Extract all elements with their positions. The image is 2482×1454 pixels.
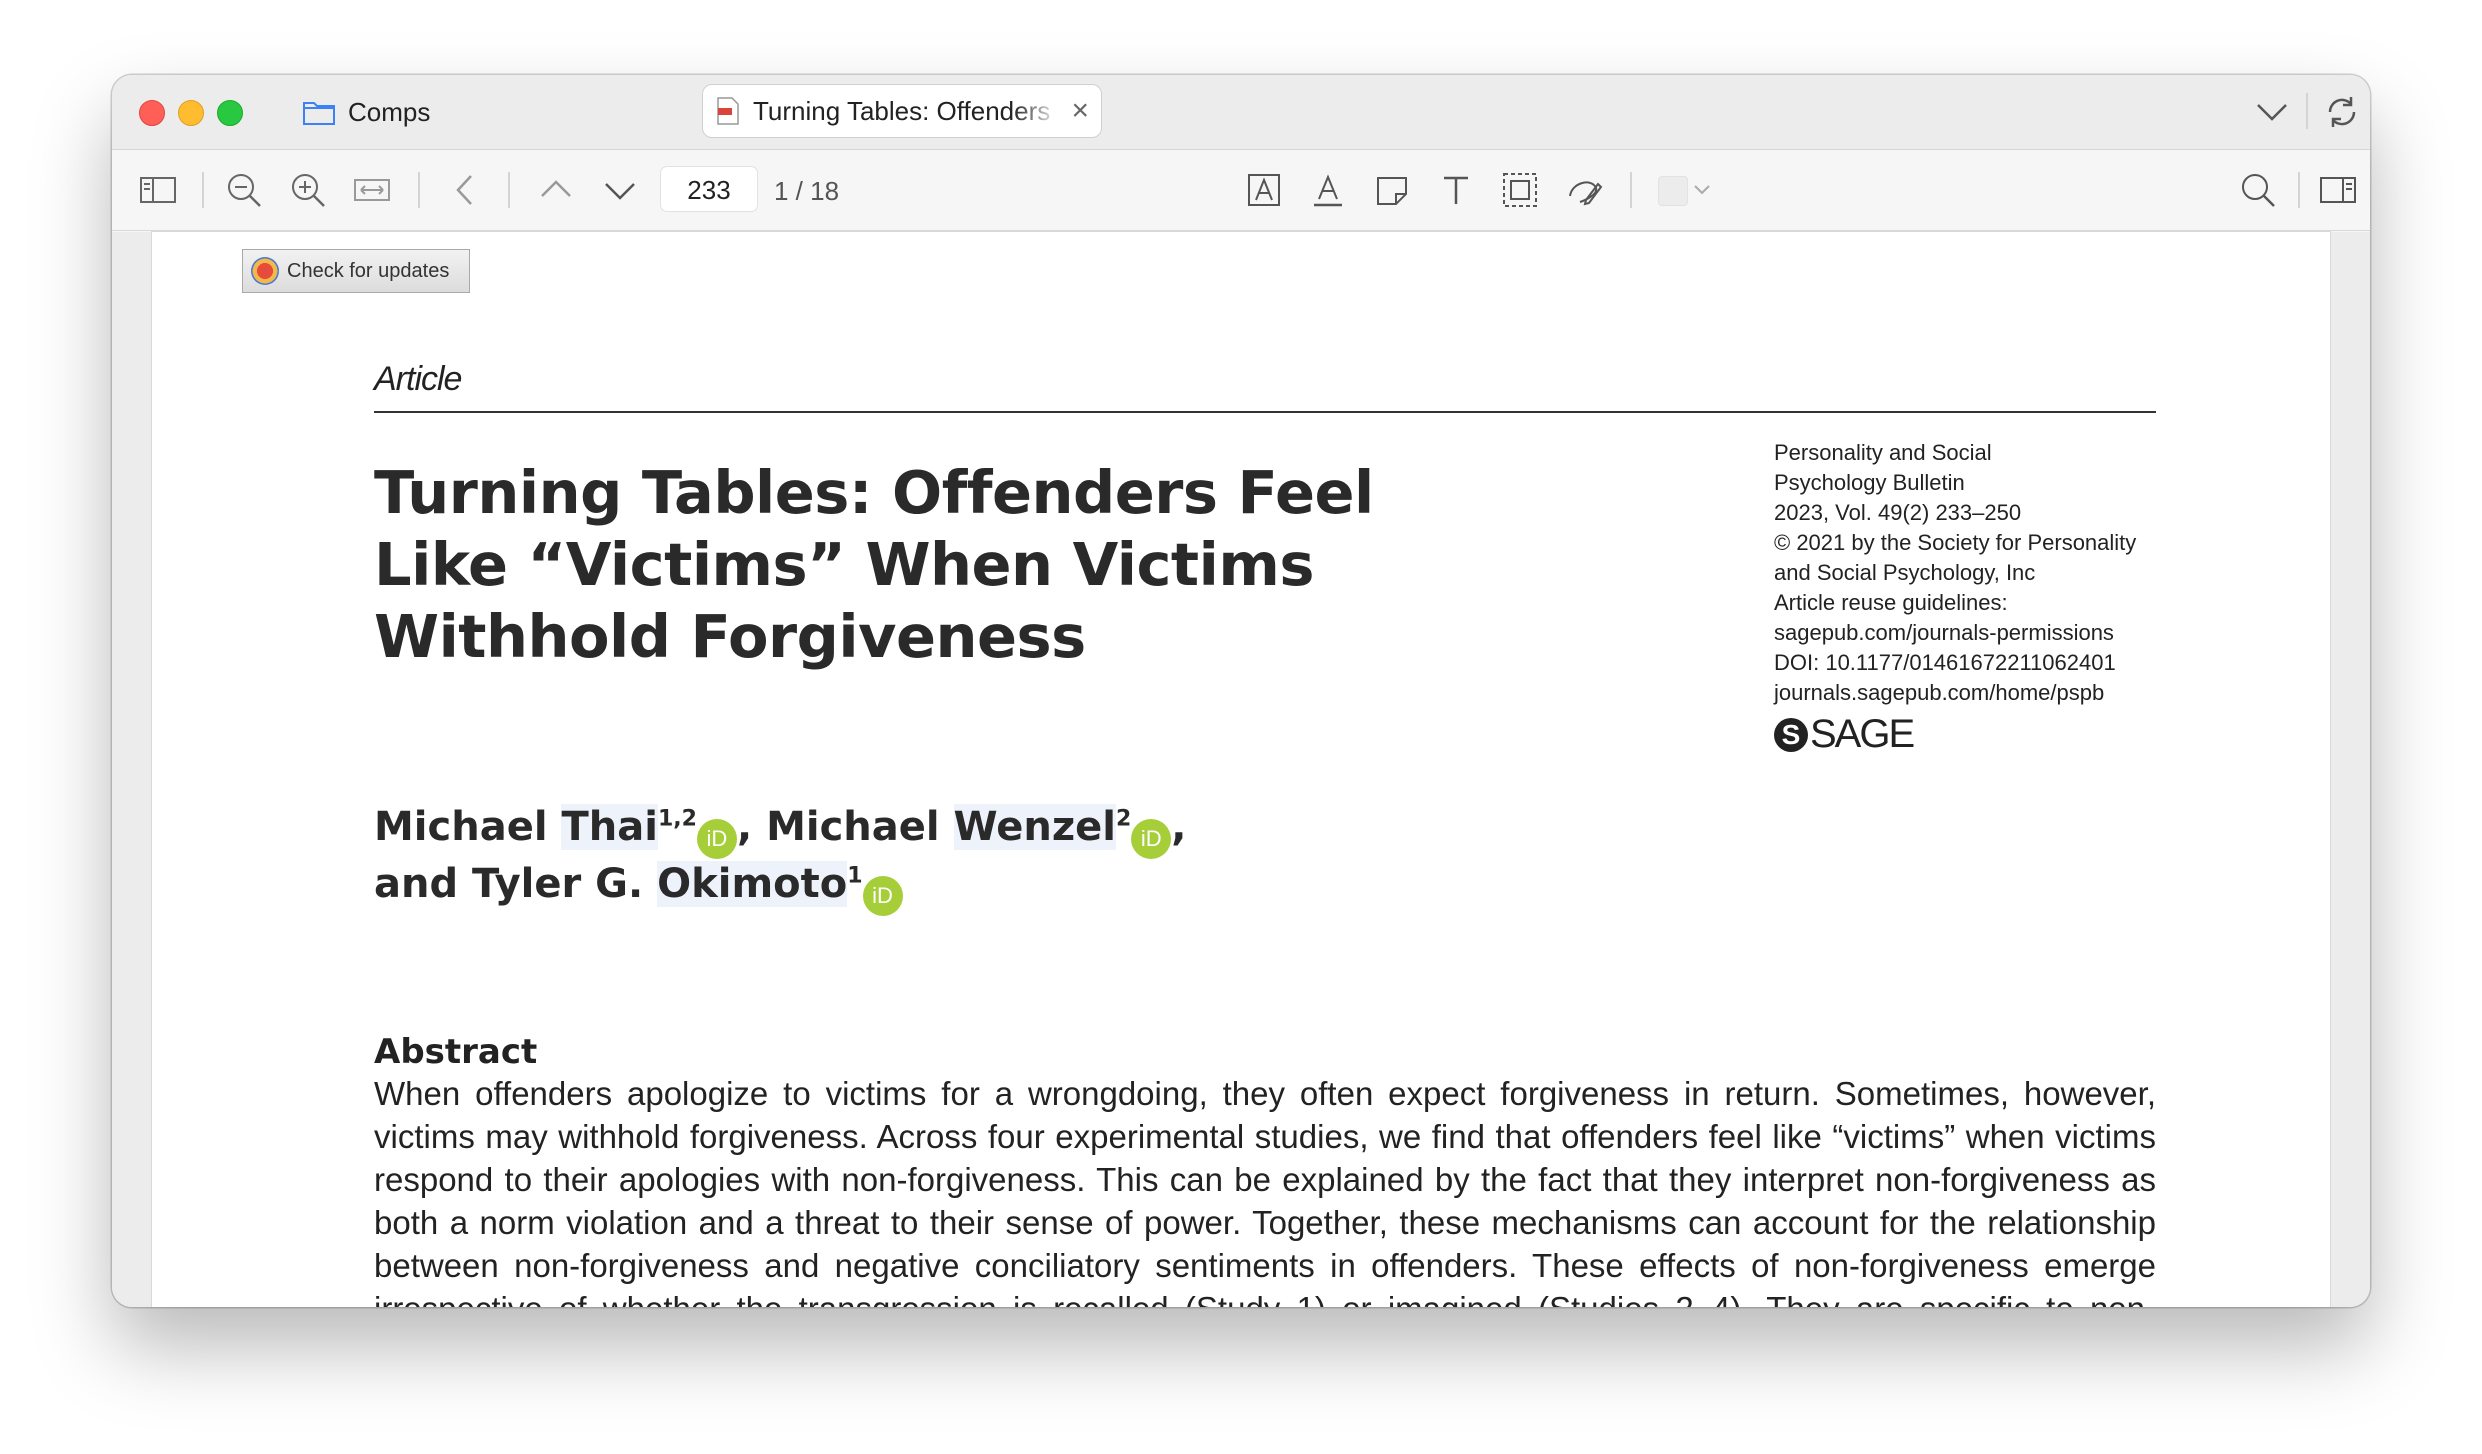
author-first-name: Tyler G. xyxy=(472,861,644,907)
affiliation-sup: 1,2 xyxy=(657,806,697,832)
orcid-icon[interactable]: iD xyxy=(1131,819,1172,859)
sidebar-toggle-icon[interactable] xyxy=(138,170,178,210)
pdf-page: Check for updates Article Turning Tables… xyxy=(152,232,2330,1307)
pdf-icon xyxy=(717,97,739,125)
area-select-icon[interactable] xyxy=(1500,170,1540,210)
meta-line: DOI: 10.1177/01461672211062401 xyxy=(1774,650,2116,675)
button-label: Check for updates xyxy=(287,259,450,282)
tab-label: Turning Tables: Offenders Feel Like xyxy=(753,95,1059,126)
tab-comps[interactable]: Comps xyxy=(302,93,430,131)
ink-draw-icon[interactable] xyxy=(1564,170,1604,210)
author-last-name: Wenzel xyxy=(953,804,1116,850)
page-count: 1 / 18 xyxy=(774,176,840,206)
author-conjunction: and xyxy=(374,861,459,907)
sync-icon[interactable] xyxy=(2322,92,2362,132)
meta-line: Psychology Bulletin xyxy=(1774,470,1965,495)
divider xyxy=(2298,172,2300,208)
next-page-icon[interactable] xyxy=(600,170,640,210)
meta-line: Personality and Social xyxy=(1774,440,1992,465)
meta-line: sagepub.com/journals-permissions xyxy=(1774,620,2114,645)
author-first-name: Michael xyxy=(374,804,548,850)
tab-label: Comps xyxy=(348,96,431,127)
document-area[interactable]: Check for updates Article Turning Tables… xyxy=(112,232,2370,1307)
divider xyxy=(1630,172,1632,208)
minimize-window-button[interactable] xyxy=(178,100,204,126)
close-tab-icon[interactable]: × xyxy=(1071,96,1089,126)
meta-line: journals.sagepub.com/home/pspb xyxy=(1774,680,2105,705)
orcid-icon[interactable]: iD xyxy=(862,876,903,916)
article-title: Turning Tables: Offenders Feel Like “Vic… xyxy=(374,458,1374,671)
sage-logo-text: SAGE xyxy=(1810,712,1915,756)
close-window-button[interactable] xyxy=(139,100,165,126)
folder-icon xyxy=(303,102,335,125)
abstract-text: When offenders apologize to victims for … xyxy=(374,1075,2156,1307)
sage-logo: S SAGE xyxy=(1774,712,1915,757)
search-icon[interactable] xyxy=(2238,170,2278,210)
divider xyxy=(418,172,420,208)
journal-meta: Personality and Social Psychology Bullet… xyxy=(1774,438,2174,708)
app-window: Comps Turning Tables: Offenders Feel Lik… xyxy=(112,75,2370,1307)
color-swatch[interactable] xyxy=(1658,176,1688,206)
crossmark-icon xyxy=(251,257,279,285)
zoom-out-icon[interactable] xyxy=(224,170,264,210)
affiliation-sup: 1 xyxy=(847,863,863,889)
divider xyxy=(202,172,204,208)
meta-line: 2023, Vol. 49(2) 233–250 xyxy=(1774,500,2022,525)
fit-width-icon[interactable] xyxy=(352,170,392,210)
divider xyxy=(2306,93,2308,129)
header-rule xyxy=(374,411,2156,413)
zoom-in-icon[interactable] xyxy=(288,170,328,210)
page-number-input[interactable]: 233 xyxy=(660,166,758,212)
author-list: Michael Thai1,2iD, Michael Wenzel2iD, an… xyxy=(374,802,1274,916)
zoom-window-button[interactable] xyxy=(217,100,243,126)
meta-line: and Social Psychology, Inc xyxy=(1774,560,2036,585)
text-box-annotation-icon[interactable] xyxy=(1244,170,1284,210)
meta-line: © 2021 by the Society for Personality xyxy=(1774,530,2137,555)
meta-line: Article reuse guidelines: xyxy=(1774,590,2008,615)
note-icon[interactable] xyxy=(1372,170,1412,210)
sage-logo-mark: S xyxy=(1774,717,1808,752)
check-for-updates-button[interactable]: Check for updates xyxy=(242,249,470,293)
underline-text-icon[interactable] xyxy=(1308,170,1348,210)
author-last-name: Thai xyxy=(561,804,658,850)
author-last-name: Okimoto xyxy=(657,861,848,907)
chevron-down-icon[interactable] xyxy=(2254,99,2290,125)
affiliation-sup: 2 xyxy=(1115,806,1132,832)
tab-document[interactable]: Turning Tables: Offenders Feel Like × xyxy=(702,84,1102,138)
right-sidebar-toggle-icon[interactable] xyxy=(2318,170,2358,210)
orcid-icon[interactable]: iD xyxy=(696,819,737,859)
previous-page-icon[interactable] xyxy=(536,170,576,210)
chevron-down-icon[interactable] xyxy=(1692,180,1712,200)
back-icon[interactable] xyxy=(446,170,486,210)
abstract-heading: Abstract xyxy=(374,1032,538,1072)
article-type-label: Article xyxy=(374,360,462,398)
toolbar: 233 1 / 18 xyxy=(112,150,2370,231)
text-icon[interactable] xyxy=(1436,170,1476,210)
title-bar: Comps Turning Tables: Offenders Feel Lik… xyxy=(112,75,2370,150)
author-first-name: Michael xyxy=(766,804,940,850)
divider xyxy=(508,172,510,208)
